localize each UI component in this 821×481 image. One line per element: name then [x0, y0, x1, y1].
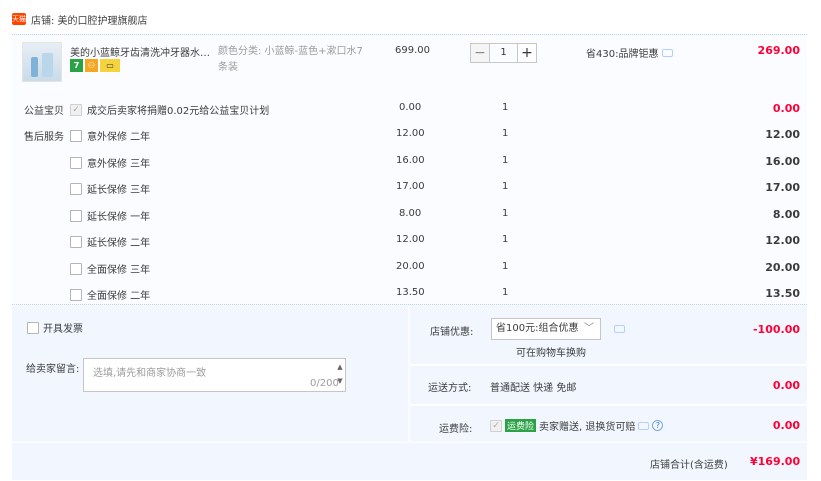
service-checkbox[interactable] [70, 288, 82, 301]
insurance-row: 运费险 卖家赠送, 退换货可赔 ? [490, 418, 664, 433]
charity-qty: 1 [502, 102, 509, 113]
service-qty: 1 [502, 181, 509, 192]
chevron-down-icon: ﹀ [584, 323, 594, 334]
qty-input[interactable]: 1 [490, 43, 517, 63]
credit-card-icon[interactable]: ▭ [100, 59, 120, 72]
invoice-label: 开具发票 [43, 324, 83, 335]
shop-name-link[interactable]: 店铺: 美的口腔护理旗舰店 [31, 12, 148, 27]
insurance-text: 卖家赠送, 退换货可赔 [539, 422, 636, 433]
service-price: 13.50 [396, 287, 425, 298]
message-char-count: 0/200 [310, 378, 339, 389]
service-subtotal: 17.00 [765, 181, 800, 194]
divider [410, 404, 807, 406]
service-qty: 1 [502, 287, 509, 298]
message-label: 给卖家留言: [26, 364, 80, 375]
service-subtotal: 20.00 [765, 261, 800, 274]
invoice-checkbox[interactable] [27, 321, 39, 334]
service-price: 12.00 [396, 234, 425, 245]
service-price: 20.00 [396, 261, 425, 272]
service-name: 延长保修 三年 [87, 185, 151, 196]
service-qty: 1 [502, 234, 509, 245]
service-qty: 1 [502, 261, 509, 272]
service-option[interactable]: 全面保修 三年 [70, 261, 150, 276]
charity-checkbox[interactable] [70, 103, 82, 116]
service-option[interactable]: 意外保修 三年 [70, 155, 150, 170]
product-thumbnail[interactable] [22, 42, 62, 82]
help-icon[interactable]: ? [652, 420, 664, 431]
service-checkbox[interactable] [70, 262, 82, 275]
shipping-method: 普通配送 快递 免邮 [490, 383, 577, 394]
divider [410, 364, 807, 366]
discount-select[interactable]: 省100元:组合优惠 ﹀ [491, 318, 601, 340]
chat-bubble-icon[interactable] [662, 48, 674, 57]
divider [12, 304, 807, 305]
insurance-value: 0.00 [772, 419, 800, 432]
product-title-link[interactable]: 美的小蓝鲸牙齿清洗冲牙器水牙... [70, 44, 215, 59]
charity-price: 0.00 [399, 102, 422, 113]
service-subtotal: 12.00 [765, 234, 800, 247]
sku-info: 颜色分类: 小蓝鲸-蓝色+漱口水7条装 [218, 46, 363, 73]
service-name: 延长保修 一年 [87, 212, 151, 223]
message-placeholder: 选填,请先和商家协商一致 [93, 368, 207, 379]
service-name: 全面保修 三年 [87, 265, 151, 276]
service-subtotal: 16.00 [765, 155, 800, 168]
service-price: 8.00 [399, 208, 422, 219]
promo-text: 省430:品牌钜惠 [586, 49, 659, 60]
shop-header: 天猫 店铺: 美的口腔护理旗舰店 [12, 10, 148, 28]
qty-minus-button[interactable]: − [470, 43, 490, 63]
unit-price: 699.00 [395, 45, 430, 56]
insurance-label: 运费险: [439, 424, 473, 435]
charity-label: 公益宝贝 [24, 106, 64, 117]
service-price: 12.00 [396, 128, 425, 139]
after-sales-label: 售后服务 [24, 132, 64, 143]
item-subtotal: 269.00 [757, 44, 800, 57]
service-icons: 7 ⚇ ▭ [70, 59, 120, 72]
charity-row: 成交后卖家将捐赠0.02元给公益宝贝计划 [70, 102, 269, 117]
insurance-checkbox[interactable] [490, 419, 502, 432]
service-qty: 1 [502, 128, 509, 139]
qty-plus-button[interactable]: + [517, 43, 537, 63]
guarantee-icon[interactable]: ⚇ [85, 59, 98, 72]
service-option[interactable]: 意外保修 二年 [70, 128, 150, 143]
service-option[interactable]: 延长保修 三年 [70, 181, 150, 196]
total-value: ¥169.00 [750, 455, 801, 468]
item-promo: 省430:品牌钜惠 [586, 45, 674, 60]
service-checkbox[interactable] [70, 156, 82, 169]
chat-bubble-icon[interactable] [614, 325, 625, 333]
service-name: 意外保修 三年 [87, 159, 151, 170]
service-subtotal: 12.00 [765, 128, 800, 141]
service-name: 全面保修 二年 [87, 291, 151, 302]
service-checkbox[interactable] [70, 209, 82, 222]
tmall-badge-icon: 天猫 [12, 13, 26, 25]
service-checkbox[interactable] [70, 235, 82, 248]
service-name: 意外保修 二年 [87, 132, 151, 143]
service-price: 17.00 [396, 181, 425, 192]
charity-text: 成交后卖家将捐赠0.02元给公益宝贝计划 [87, 106, 270, 117]
service-checkbox[interactable] [70, 182, 82, 195]
service-subtotal: 13.50 [765, 287, 800, 300]
service-option[interactable]: 延长保修 一年 [70, 208, 150, 223]
chat-bubble-icon[interactable] [638, 421, 650, 430]
service-checkbox[interactable] [70, 129, 82, 142]
shipping-value: 0.00 [772, 379, 800, 392]
shipping-label: 运送方式: [428, 383, 472, 394]
discount-label: 店铺优惠: [430, 327, 474, 338]
service-option[interactable]: 延长保修 二年 [70, 234, 150, 249]
insurance-tag: 运费险 [505, 419, 537, 432]
service-option[interactable]: 全面保修 二年 [70, 287, 150, 302]
discount-note: 可在购物车换购 [516, 348, 586, 359]
service-price: 16.00 [396, 155, 425, 166]
service-subtotal: 8.00 [772, 208, 800, 221]
charity-subtotal: 0.00 [772, 102, 800, 115]
total-label: 店铺合计(含运费) [650, 460, 728, 471]
service-name: 延长保修 二年 [87, 238, 151, 249]
discount-value: -100.00 [752, 323, 800, 336]
seven-day-return-icon[interactable]: 7 [70, 59, 83, 72]
service-qty: 1 [502, 208, 509, 219]
service-qty: 1 [502, 155, 509, 166]
invoice-option[interactable]: 开具发票 [27, 320, 83, 335]
quantity-stepper: − 1 + [470, 43, 537, 63]
discount-selected: 省100元:组合优惠 [496, 323, 579, 334]
